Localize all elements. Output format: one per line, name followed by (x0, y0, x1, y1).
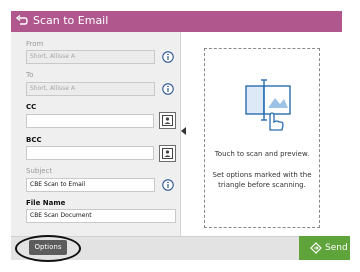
page-title: Scan to Email (33, 14, 109, 27)
file-name-field[interactable]: CBE Scan Document (26, 209, 176, 223)
send-icon (310, 242, 322, 254)
cc-label: CC (26, 103, 37, 111)
cc-field[interactable] (26, 114, 154, 128)
preview-hint: Set options marked with the triangle bef… (212, 171, 312, 189)
collapse-panel-arrow-icon[interactable] (181, 127, 186, 135)
send-label: Send (325, 243, 348, 253)
bcc-field[interactable] (26, 146, 154, 160)
from-field: Short, Allisse A (26, 50, 155, 64)
file-name-label: File Name (26, 199, 66, 207)
scan-preview-area[interactable] (204, 48, 320, 228)
to-info-icon[interactable] (162, 83, 174, 95)
preview-caption: Touch to scan and preview. (214, 150, 310, 158)
address-book-icon (162, 115, 173, 126)
touch-scan-icon (245, 79, 291, 131)
to-label: To (26, 71, 34, 79)
address-book-icon (162, 148, 173, 159)
subject-info-icon[interactable] (162, 179, 174, 191)
bcc-address-book-button[interactable] (159, 145, 176, 162)
subject-field[interactable]: CBE Scan to Email (26, 178, 155, 192)
bcc-label: BCC (26, 136, 42, 144)
subject-label: Subject (26, 167, 53, 175)
to-field: Short, Allisse A (26, 82, 155, 96)
options-highlight-circle (15, 235, 81, 262)
back-arrow-icon[interactable] (15, 14, 29, 28)
from-label: From (26, 40, 44, 48)
cc-address-book-button[interactable] (159, 112, 176, 129)
from-info-icon[interactable] (162, 51, 174, 63)
